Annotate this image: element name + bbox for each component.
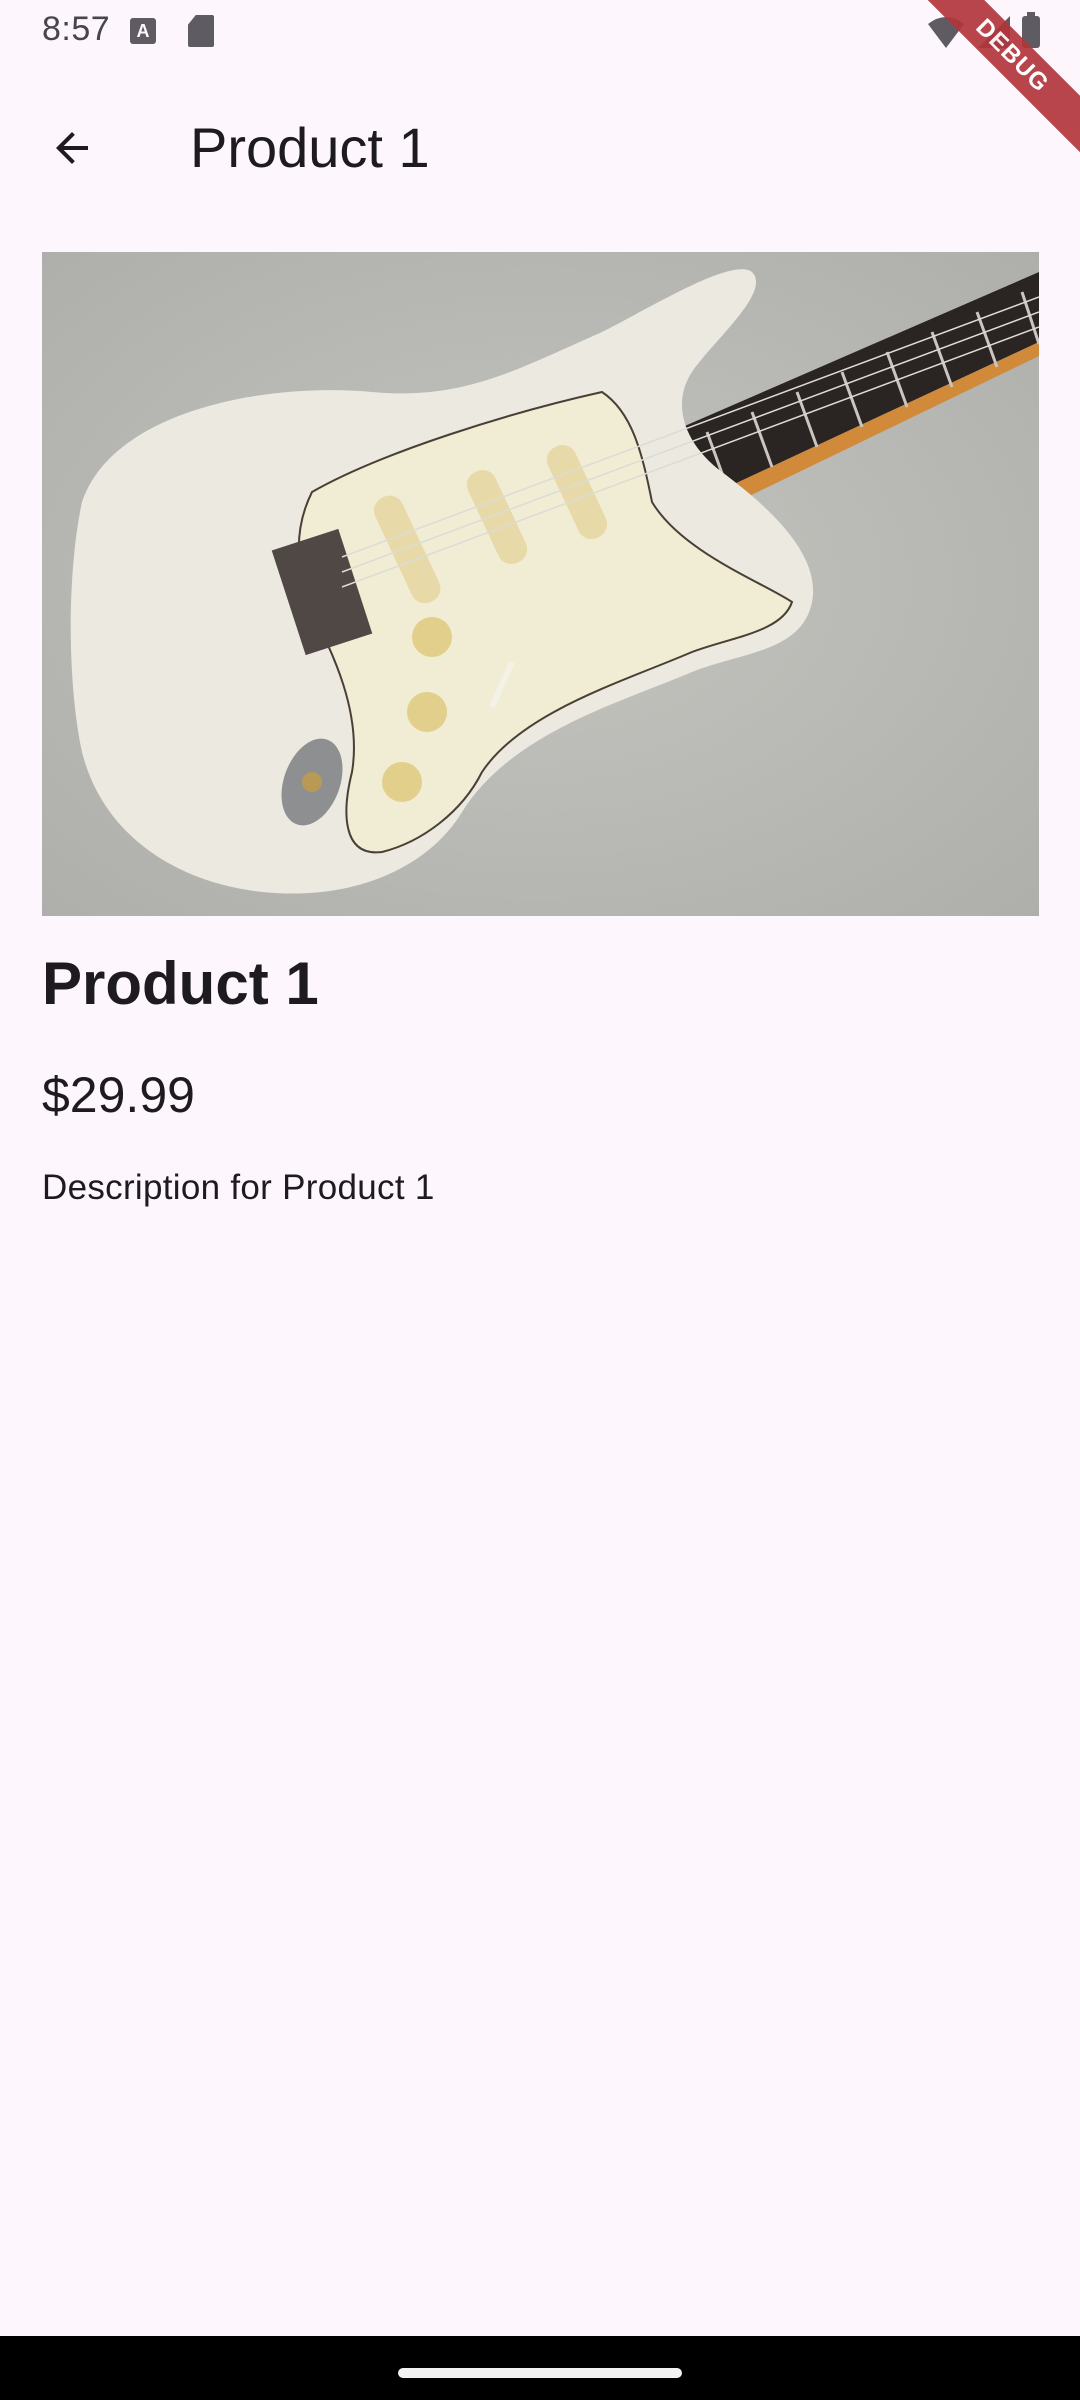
text-a-icon: A	[130, 18, 156, 44]
app-bar: Product 1	[0, 64, 1080, 208]
status-icons	[926, 12, 1040, 52]
page-title: Product 1	[190, 116, 430, 179]
back-button[interactable]	[28, 104, 116, 192]
sd-card-icon	[188, 15, 214, 47]
status-bar: 8:57 A	[0, 0, 1080, 64]
product-name: Product 1	[42, 950, 319, 1017]
battery-icon	[1022, 12, 1040, 48]
product-description: Description for Product 1	[42, 1168, 435, 1207]
arrow-back-icon	[56, 132, 88, 164]
signal-icon	[978, 16, 1010, 48]
product-price: $29.99	[42, 1067, 195, 1123]
home-indicator[interactable]	[398, 2368, 682, 2378]
wifi-icon	[928, 17, 964, 48]
product-image	[42, 252, 1039, 916]
status-time: 8:57	[42, 10, 111, 48]
navigation-bar	[0, 2336, 1080, 2400]
